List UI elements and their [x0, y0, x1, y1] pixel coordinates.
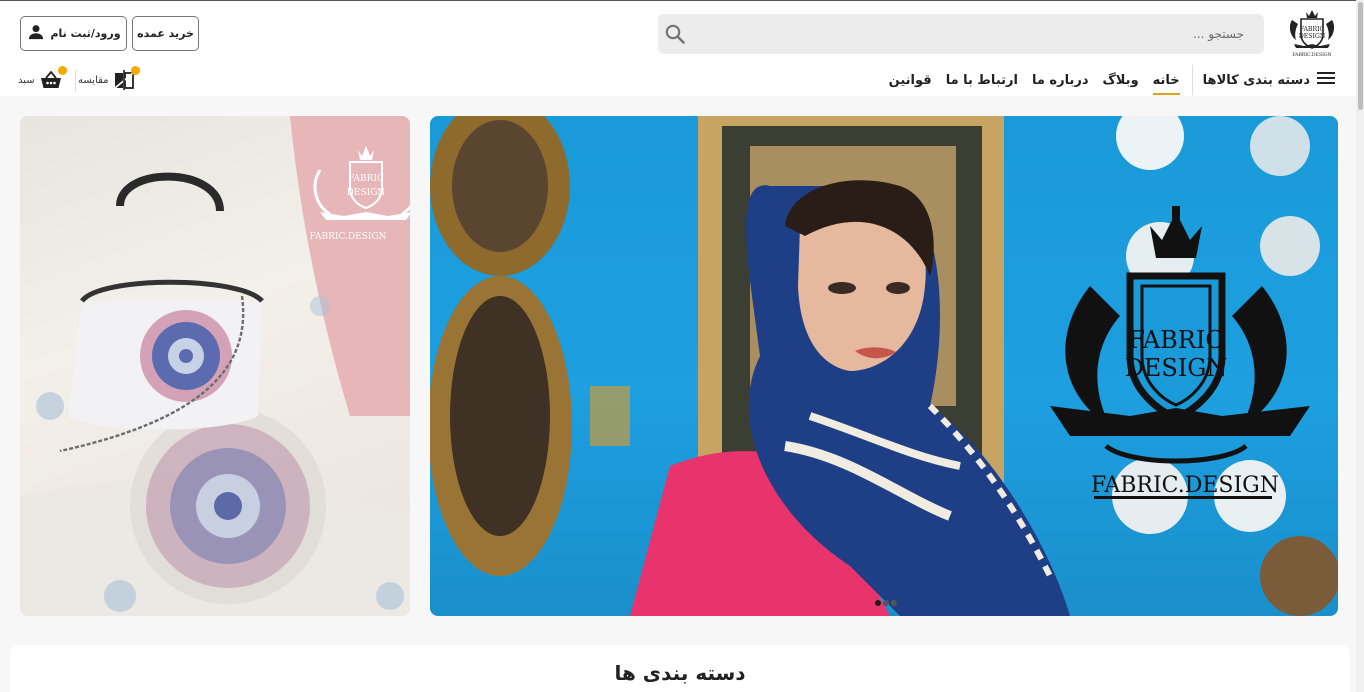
nav-link-about[interactable]: درباره ما — [1032, 65, 1089, 95]
logo-text-design: DESIGN — [1299, 33, 1326, 40]
slider-dot-2[interactable] — [883, 600, 889, 606]
compare-button[interactable]: مقایسه — [78, 66, 140, 92]
slider-dot-3[interactable] — [891, 600, 897, 606]
page-scrollbar[interactable] — [1356, 0, 1364, 692]
logo-caption: FABRIC.DESIGN — [1292, 52, 1331, 58]
cart-button[interactable]: سبد — [18, 66, 67, 92]
main-navigation: دسته بندی کالاها خانه وبلاگ درباره ما ار… — [889, 64, 1336, 96]
compare-label: مقایسه — [78, 74, 109, 86]
hero-brand-caption: FABRIC.DESIGN — [1091, 473, 1279, 498]
nav-link-contact[interactable]: ارتباط با ما — [946, 65, 1018, 95]
user-icon — [26, 22, 46, 45]
search-icon[interactable] — [664, 23, 686, 45]
menu-icon — [1316, 68, 1336, 92]
wholesale-button[interactable]: خرید عمده — [132, 16, 199, 51]
compare-icon — [112, 66, 140, 92]
categories-menu[interactable]: دسته بندی کالاها — [1191, 65, 1336, 95]
bag-banner-brand-design: DESIGN — [347, 188, 386, 198]
nav-link-rules[interactable]: قوانین — [889, 65, 932, 95]
hero-brand-fabric: FABRIC — [1128, 326, 1223, 354]
categories-section: دسته بندی ها — [10, 645, 1350, 692]
search-input[interactable] — [698, 14, 1254, 54]
wholesale-button-label: خرید عمده — [137, 27, 194, 40]
nav-link-blog[interactable]: وبلاگ — [1103, 65, 1139, 95]
hero-brand-design: DESIGN — [1125, 354, 1228, 382]
promo-banner-bag[interactable]: FABRIC DESIGN FABRIC.DESIGN — [20, 116, 410, 616]
header-divider — [75, 70, 76, 92]
logo-text-fabric: FABRIC — [1300, 26, 1325, 33]
login-register-button[interactable]: ورود/ثبت نام — [20, 16, 127, 51]
search-bar[interactable] — [658, 14, 1264, 54]
login-button-label: ورود/ثبت نام — [50, 27, 121, 40]
cart-badge — [57, 66, 67, 75]
slider-dot-1[interactable] — [875, 600, 881, 606]
bag-banner-brand-fabric: FABRIC — [348, 174, 384, 184]
bag-banner-caption: FABRIC.DESIGN — [310, 232, 387, 242]
scrollbar-thumb[interactable] — [1358, 2, 1363, 110]
nav-links: خانه وبلاگ درباره ما ارتباط با ما قوانین — [889, 65, 1192, 95]
promo-banner-hero[interactable]: FABRIC DESIGN FABRIC.DESIGN — [430, 116, 1338, 616]
cart-icon — [39, 66, 67, 92]
categories-menu-label: دسته بندی کالاها — [1202, 72, 1310, 88]
cart-label: سبد — [18, 74, 35, 86]
categories-section-title: دسته بندی ها — [614, 661, 746, 685]
compare-badge — [130, 66, 140, 75]
nav-link-home[interactable]: خانه — [1152, 65, 1180, 95]
site-logo[interactable]: FABRIC DESIGN FABRIC.DESIGN — [1284, 6, 1340, 58]
